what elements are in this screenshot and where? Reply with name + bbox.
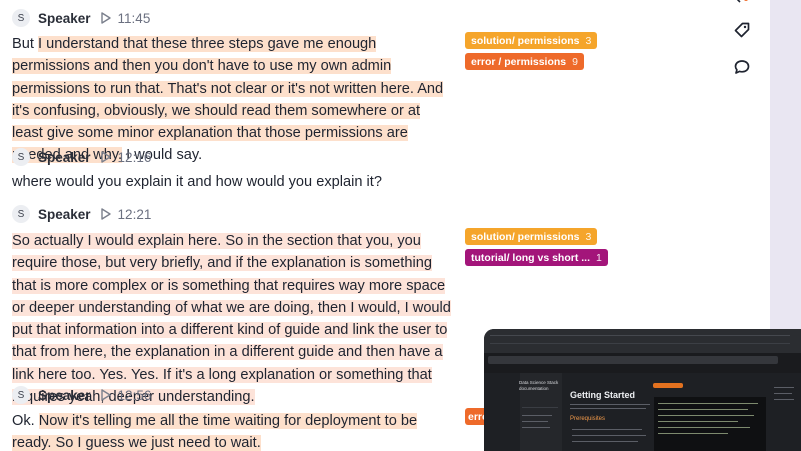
video-terminal: [654, 397, 766, 451]
tag-tutorial-long-vs-short[interactable]: tutorial/ long vs short ... 1: [465, 249, 608, 266]
speaker-name[interactable]: Speaker: [38, 207, 91, 222]
timestamp[interactable]: 12:16: [118, 150, 152, 165]
timestamp[interactable]: 12:56: [118, 388, 152, 403]
transcript-text: where would you explain it and how would…: [12, 174, 382, 190]
play-icon[interactable]: [100, 151, 111, 163]
transcript-paragraph[interactable]: So actually I would explain here. So in …: [12, 230, 452, 408]
highlighted-text[interactable]: I understand that these three steps gave…: [12, 36, 444, 164]
hidden-icon[interactable]: [734, 0, 750, 12]
video-doc-title: Data Science Stack documentation: [519, 380, 559, 391]
speaker-name[interactable]: Speaker: [38, 11, 91, 26]
video-terminal-line: [658, 427, 750, 429]
comment-icon[interactable]: [734, 59, 750, 80]
transcript-text: But: [12, 36, 38, 52]
transcript-text: Ok.: [12, 413, 39, 429]
video-toc-line: [774, 399, 794, 401]
video-terminal-line: [658, 409, 748, 411]
play-icon[interactable]: [100, 208, 111, 220]
transcript-paragraph[interactable]: where would you explain it and how would…: [12, 171, 452, 193]
tag-count: 9: [572, 55, 578, 68]
avatar: S: [12, 9, 30, 27]
video-terminal-line: [658, 433, 728, 435]
avatar: S: [12, 148, 30, 166]
video-bookmarks-line: [490, 343, 790, 345]
video-toc-line: [774, 387, 794, 389]
video-text-line: [572, 441, 638, 443]
speaker-name[interactable]: Speaker: [38, 150, 91, 165]
video-doc-heading: Getting Started: [570, 390, 636, 400]
avatar: S: [12, 386, 30, 404]
video-browser-tabs: [484, 329, 801, 353]
video-orange-banner: [653, 383, 683, 388]
speaker-name[interactable]: Speaker: [38, 388, 91, 403]
video-nav-item: [522, 421, 548, 423]
video-url-bar: [488, 356, 778, 364]
video-doc-subheading: Prerequisites: [570, 416, 606, 422]
avatar: S: [12, 205, 30, 223]
speaker-row: S Speaker 12:16: [12, 146, 151, 168]
transcript-paragraph[interactable]: Ok. Now it's telling me all the time wai…: [12, 410, 452, 451]
video-search-box: [522, 407, 558, 409]
video-terminal-line: [658, 415, 754, 417]
speaker-row: S Speaker 11:45: [12, 7, 150, 29]
video-nav-item: [522, 427, 550, 429]
tag-solution-permissions[interactable]: solution/ permissions 3: [465, 32, 598, 49]
video-text-line: [570, 404, 650, 406]
highlighted-text[interactable]: So actually I would explain here. So in …: [12, 233, 451, 406]
video-tabs-line: [490, 335, 790, 337]
video-player[interactable]: Data Science Stack documentation Getting…: [484, 329, 801, 451]
tag-icon[interactable]: [734, 22, 750, 43]
tag-label: error / permissions: [471, 55, 567, 68]
tag-label: solution/ permissions: [471, 230, 580, 243]
speaker-row: S Speaker 12:21: [12, 203, 151, 225]
transcript: S Speaker 11:45 But I understand that th…: [0, 0, 460, 451]
video-text-line: [570, 408, 646, 410]
video-toc-line: [774, 393, 792, 395]
tag-count: 3: [585, 230, 592, 243]
timestamp[interactable]: 11:45: [118, 11, 151, 26]
video-nav-item: [522, 415, 552, 417]
speaker-row: S Speaker 12:56: [12, 384, 151, 406]
tag-solution-permissions[interactable]: solution/ permissions 3: [465, 228, 598, 245]
video-terminal-line: [658, 421, 738, 423]
video-text-line: [572, 429, 642, 431]
tag-error-permissions[interactable]: error / permissions 9: [465, 53, 584, 70]
tag-count: 1: [596, 251, 602, 264]
timestamp[interactable]: 12:21: [118, 207, 152, 222]
highlighted-text[interactable]: Now it's telling me all the time waiting…: [12, 413, 418, 451]
tag-label: tutorial/ long vs short ...: [471, 251, 591, 264]
play-icon[interactable]: [100, 389, 111, 401]
tag-label: solution/ permissions: [471, 34, 580, 47]
video-terminal-line: [658, 403, 758, 405]
video-text-line: [572, 435, 646, 437]
tag-count: 3: [585, 34, 592, 47]
play-icon[interactable]: [100, 12, 111, 24]
